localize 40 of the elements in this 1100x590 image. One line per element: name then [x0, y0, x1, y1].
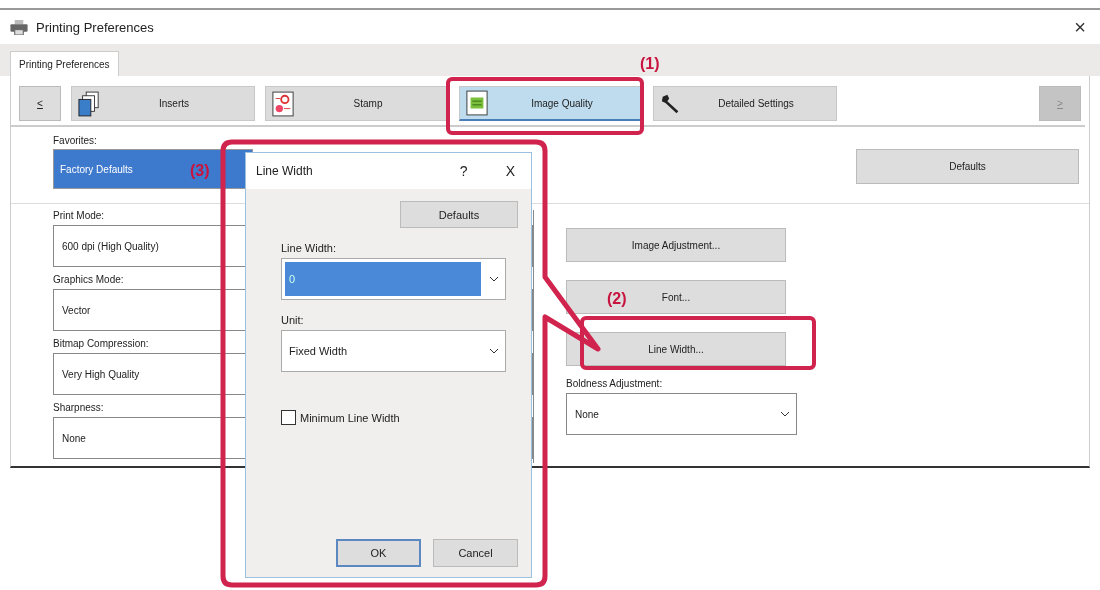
- close-button[interactable]: X: [499, 162, 521, 180]
- dropdown[interactable]: None: [566, 393, 797, 435]
- field-label: Sharpness:: [53, 402, 104, 413]
- printer-icon: [10, 19, 28, 35]
- field-label: Favorites:: [53, 135, 97, 146]
- pages-icon: [78, 90, 100, 117]
- field-label: Unit:: [281, 314, 305, 326]
- previous-button[interactable]: <: [19, 86, 61, 121]
- defaults-button[interactable]: Defaults: [856, 149, 1079, 184]
- dialog-title: Line Width: [256, 164, 313, 178]
- step-number: (2): [607, 290, 627, 308]
- stamp-icon: [272, 90, 294, 117]
- chevron-down-icon: [780, 411, 790, 417]
- dropdown-value: 0: [285, 262, 481, 296]
- close-button[interactable]: ×: [1070, 15, 1090, 39]
- window-title: Printing Preferences: [36, 19, 154, 35]
- tab[interactable]: Printing Preferences: [10, 51, 119, 76]
- dropdown[interactable]: Fixed Width: [281, 330, 506, 372]
- field-label: Graphics Mode:: [53, 274, 124, 285]
- field-label: Print Mode:: [53, 210, 105, 221]
- field-label: Boldness Adjustment:: [566, 378, 663, 389]
- field-label: Line Width:: [281, 242, 338, 254]
- category-tab[interactable]: Image Quality: [459, 86, 643, 121]
- step-number: (3): [190, 162, 210, 180]
- chevron-down-icon: [489, 348, 499, 354]
- category-tab[interactable]: Stamp: [265, 86, 449, 121]
- checkbox-label: Minimum Line Width: [300, 411, 400, 424]
- step-number: (1): [640, 55, 660, 73]
- defaults-button[interactable]: Defaults: [400, 201, 518, 228]
- help-button[interactable]: ?: [453, 162, 474, 180]
- settings-button[interactable]: Line Width...: [566, 332, 786, 366]
- category-tab[interactable]: Detailed Settings: [653, 86, 837, 121]
- ok-button[interactable]: OK: [336, 539, 421, 567]
- checkbox[interactable]: [281, 410, 296, 425]
- image-quality-icon: [466, 90, 488, 116]
- cancel-button[interactable]: Cancel: [433, 539, 518, 567]
- settings-button[interactable]: Image Adjustment...: [566, 228, 786, 262]
- field-label: Bitmap Compression:: [53, 338, 149, 349]
- chevron-down-icon: [489, 276, 499, 282]
- category-tab[interactable]: Inserts: [71, 86, 255, 121]
